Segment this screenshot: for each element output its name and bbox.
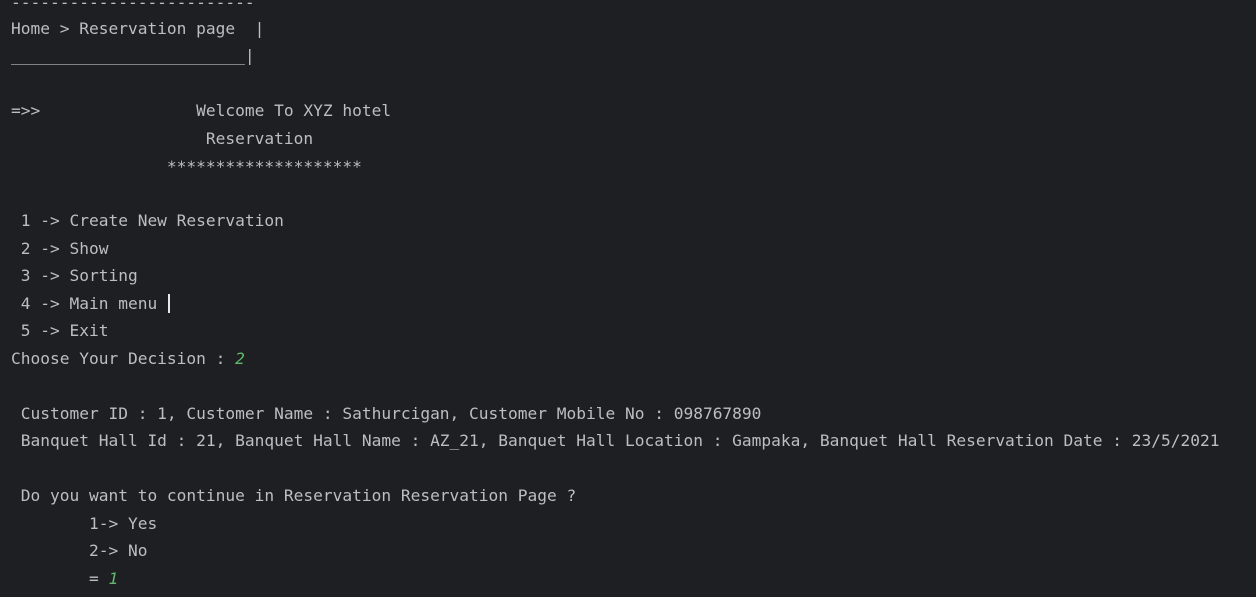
menu-item-create: 1 -> Create New Reservation xyxy=(11,211,284,230)
continue-entry-label: = xyxy=(11,569,109,588)
menu-item-sorting: 3 -> Sorting xyxy=(11,266,138,285)
decision-prompt-label: Choose Your Decision : xyxy=(11,349,236,368)
text-cursor xyxy=(167,294,170,313)
decision-prompt-line: Choose Your Decision : 2 xyxy=(11,348,245,370)
banner-subtitle: Reservation xyxy=(11,129,314,148)
continue-question: Do you want to continue in Reservation R… xyxy=(11,486,577,505)
menu-item-main-menu: 4 -> Main menu xyxy=(11,294,167,313)
menu-item-show: 2 -> Show xyxy=(11,239,109,258)
breadcrumb-rule-bottom: ________________________| xyxy=(11,46,255,65)
banner-arrow: =>> xyxy=(11,101,41,120)
menu-item-main-menu-line: 4 -> Main menu xyxy=(11,293,170,315)
option-yes: 1-> Yes xyxy=(11,514,158,533)
banner-underline: ******************** xyxy=(11,157,362,176)
banquet-hall-record: Banquet Hall Id : 21, Banquet Hall Name … xyxy=(11,431,1220,450)
breadcrumb: Home > Reservation page | xyxy=(11,19,265,38)
terminal-output[interactable]: ------------------------- Home > Reserva… xyxy=(0,0,1256,597)
customer-record: Customer ID : 1, Customer Name : Sathurc… xyxy=(11,404,762,423)
decision-input-value[interactable]: 2 xyxy=(235,349,245,368)
breadcrumb-rule-top: ------------------------- xyxy=(11,0,255,12)
banner-title-line: =>> Welcome To XYZ hotel xyxy=(11,100,391,122)
option-no: 2-> No xyxy=(11,541,148,560)
menu-item-exit: 5 -> Exit xyxy=(11,321,109,340)
continue-entry-line: = 1 xyxy=(11,568,118,590)
banner-welcome-text: Welcome To XYZ hotel xyxy=(40,101,392,120)
continue-input-value[interactable]: 1 xyxy=(108,569,118,588)
